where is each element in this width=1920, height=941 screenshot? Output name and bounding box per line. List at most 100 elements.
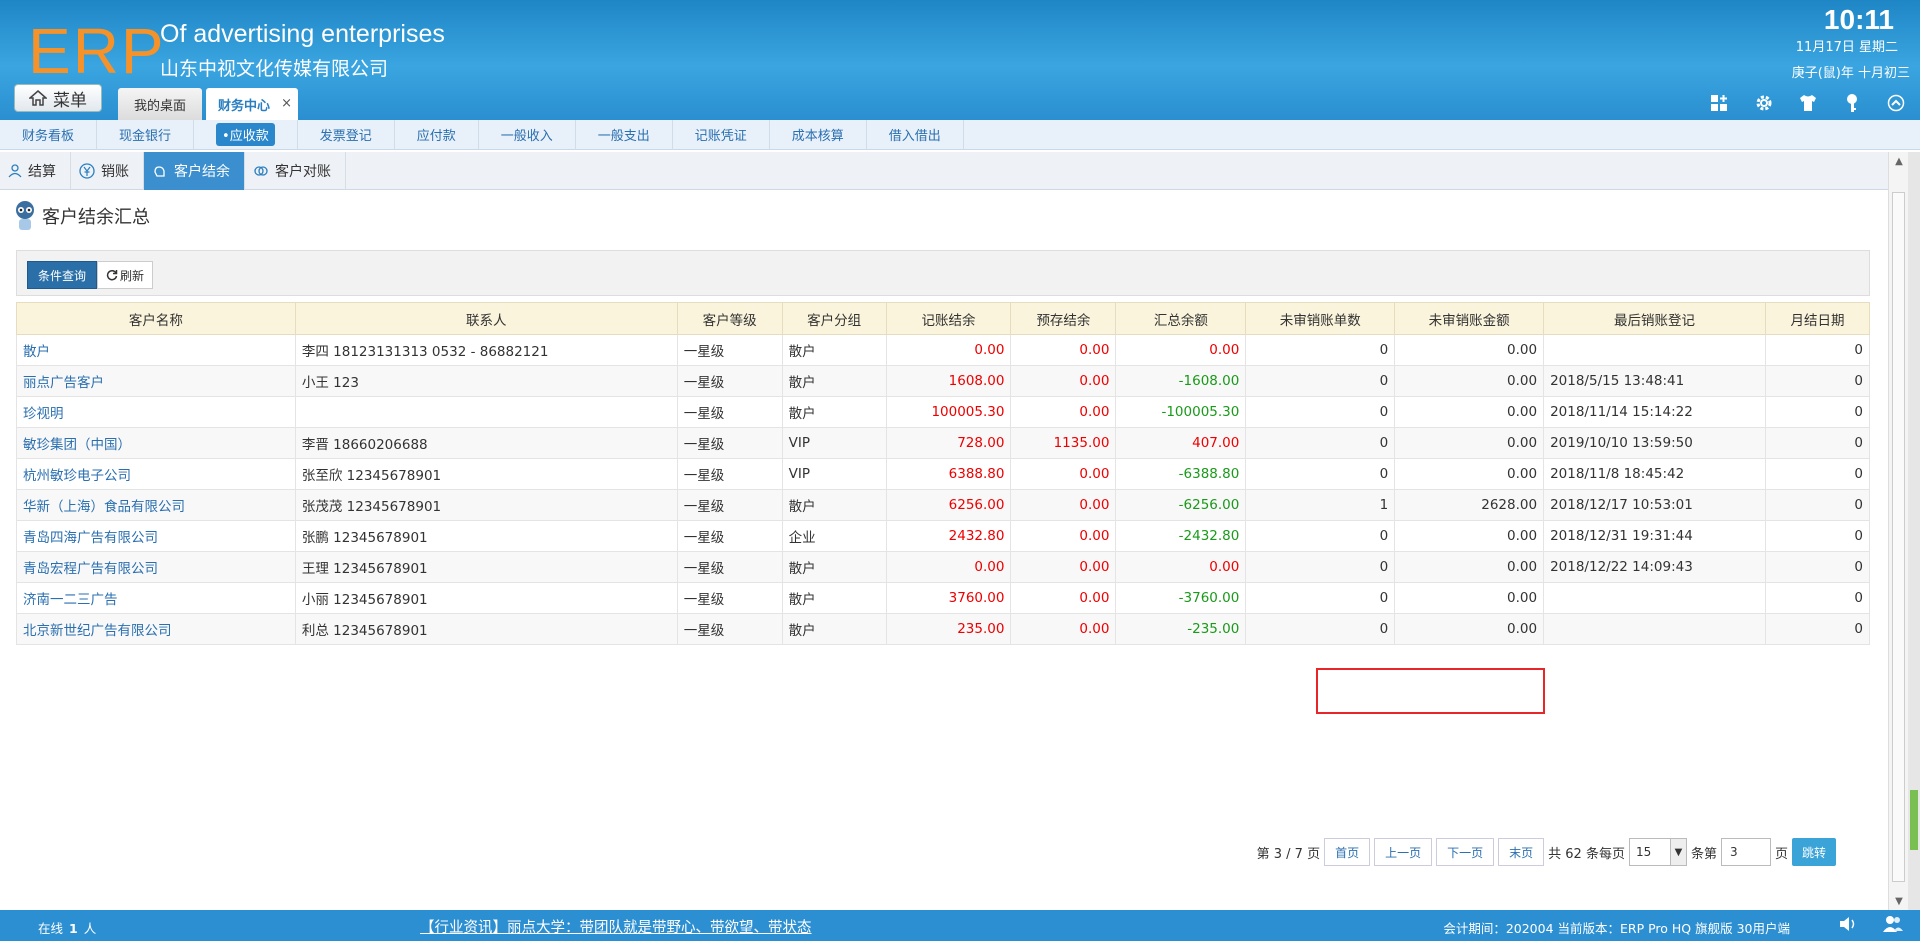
cell-book-balance: 100005.30	[885, 396, 1012, 428]
tab-my-desktop[interactable]: 我的桌面	[118, 88, 202, 120]
col-contact[interactable]: 联系人	[294, 302, 678, 335]
col-prepaid-balance[interactable]: 预存结余	[1010, 302, 1117, 335]
table-row[interactable]: 珍视明 一星级 散户 100005.30 0.00 -100005.30 0 0…	[16, 396, 1871, 428]
module-nav: 财务看板 现金银行 •应收款 发票登记 应付款 一般收入 一般支出 记账凭证 成…	[0, 119, 1920, 150]
speaker-icon[interactable]	[1838, 915, 1858, 933]
table-row[interactable]: 丽点广告客户 小王 123 一星级 散户 1608.00 0.00 -1608.…	[16, 365, 1871, 397]
cell-contact: 利总 12345678901	[294, 613, 678, 645]
key-icon[interactable]	[1838, 92, 1866, 114]
customer-name-link[interactable]: 青岛宏程广告有限公司	[16, 551, 296, 583]
cell-unaudited-count: 0	[1245, 551, 1396, 583]
nav-receivables[interactable]: •应收款	[194, 119, 298, 150]
col-unaudited-amount[interactable]: 未审销账金额	[1394, 302, 1545, 335]
table-row[interactable]: 青岛宏程广告有限公司 王理 12345678901 一星级 散户 0.00 0.…	[16, 551, 1871, 583]
first-page-button[interactable]: 首页	[1324, 838, 1371, 866]
nav-cost-accounting[interactable]: 成本核算	[770, 119, 867, 150]
tab-customer-reconcile[interactable]: 客户对账	[245, 152, 346, 190]
sub-tabs: 结算 销账 客户结余 客户对账	[0, 152, 1888, 190]
cell-total-balance: 407.00	[1115, 427, 1247, 459]
prev-page-button[interactable]: 上一页	[1374, 838, 1433, 866]
grid-add-icon[interactable]	[1706, 92, 1734, 114]
users-icon[interactable]	[1882, 915, 1904, 933]
nav-finance-dashboard[interactable]: 财务看板	[0, 119, 98, 150]
next-page-button[interactable]: 下一页	[1436, 838, 1495, 866]
col-total-balance[interactable]: 汇总余额	[1115, 302, 1247, 335]
vertical-scrollbar[interactable]: ▲ ▼	[1888, 152, 1908, 910]
pagination: 第 3 / 7 页 首页 上一页 下一页 末页 共 62 条每页 15 ▼ 条第…	[1257, 838, 1836, 866]
tab-writeoff[interactable]: 销账	[71, 152, 144, 190]
collapse-icon[interactable]	[1882, 92, 1910, 114]
customer-name-link[interactable]: 青岛四海广告有限公司	[16, 520, 296, 552]
cell-last-writeoff: 2018/12/31 19:31:44	[1543, 520, 1766, 552]
col-customer-name[interactable]: 客户名称	[16, 302, 296, 335]
cell-prepaid-balance: 0.00	[1010, 489, 1117, 521]
cell-prepaid-balance: 0.00	[1010, 551, 1117, 583]
nav-cash-bank[interactable]: 现金银行	[97, 119, 195, 150]
last-page-button[interactable]: 末页	[1498, 838, 1545, 866]
page-size-select[interactable]: 15 ▼	[1628, 838, 1687, 866]
cell-total-balance: -2432.80	[1115, 520, 1247, 552]
customer-name-link[interactable]: 珍视明	[16, 396, 296, 428]
close-icon[interactable]: ×	[281, 96, 292, 111]
page-title: 客户结余汇总	[14, 200, 150, 232]
gear-icon[interactable]	[1750, 92, 1778, 114]
cell-last-writeoff: 2018/12/22 14:09:43	[1543, 551, 1766, 583]
col-book-balance[interactable]: 记账结余	[885, 302, 1012, 335]
nav-invoice-register[interactable]: 发票登记	[298, 119, 395, 150]
condition-query-button[interactable]: 条件查询	[27, 261, 97, 289]
scroll-thumb[interactable]	[1892, 192, 1905, 882]
shirt-icon[interactable]	[1794, 92, 1822, 114]
table-row[interactable]: 敏珍集团（中国） 李晋 18660206688 一星级 VIP 728.00 1…	[16, 427, 1871, 459]
version-info: 会计期间：202004 当前版本：ERP Pro HQ 旗舰版 30用户端	[1443, 921, 1790, 936]
cell-month-end-day: 0	[1764, 334, 1871, 366]
customer-name-link[interactable]: 北京新世纪广告有限公司	[16, 613, 296, 645]
cell-contact: 李四 18123131313 0532 - 86882121	[294, 334, 678, 366]
nav-payables[interactable]: 应付款	[395, 119, 479, 150]
cell-contact: 李晋 18660206688	[294, 427, 678, 459]
scroll-up-icon[interactable]: ▲	[1889, 152, 1909, 170]
tab-customer-balance[interactable]: 客户结余	[144, 152, 245, 190]
col-group[interactable]: 客户分组	[781, 302, 887, 335]
cell-book-balance: 728.00	[885, 427, 1012, 459]
table-row[interactable]: 华新（上海）食品有限公司 张茂茂 12345678901 一星级 散户 6256…	[16, 489, 1871, 521]
cell-unaudited-amount: 0.00	[1394, 582, 1545, 614]
customer-name-link[interactable]: 敏珍集团（中国）	[16, 427, 296, 459]
nav-borrow-lend[interactable]: 借入借出	[867, 119, 964, 150]
cell-level: 一星级	[676, 613, 783, 645]
yen-icon	[79, 163, 95, 179]
col-unaudited-count[interactable]: 未审销账单数	[1245, 302, 1396, 335]
customer-name-link[interactable]: 华新（上海）食品有限公司	[16, 489, 296, 521]
cell-level: 一星级	[676, 520, 783, 552]
news-ticker-link[interactable]: 【行业资讯】丽点大学：带团队就是带野心、带欲望、带状态	[420, 916, 812, 937]
cell-month-end-day: 0	[1764, 582, 1871, 614]
tab-finance-center[interactable]: 财务中心 ×	[206, 88, 298, 120]
scroll-down-icon[interactable]: ▼	[1889, 892, 1909, 910]
nav-vouchers[interactable]: 记账凭证	[673, 119, 770, 150]
customer-name-link[interactable]: 杭州敏珍电子公司	[16, 458, 296, 490]
col-month-end-day[interactable]: 月结日期	[1764, 302, 1871, 335]
nav-general-income[interactable]: 一般收入	[479, 119, 576, 150]
go-button[interactable]: 跳转	[1791, 838, 1836, 866]
col-level[interactable]: 客户等级	[676, 302, 783, 335]
user-icon	[8, 164, 22, 178]
table-row[interactable]: 杭州敏珍电子公司 张至欣 12345678901 一星级 VIP 6388.80…	[16, 458, 1871, 490]
table-row[interactable]: 北京新世纪广告有限公司 利总 12345678901 一星级 散户 235.00…	[16, 613, 1871, 645]
refresh-button[interactable]: 刷新	[97, 261, 153, 289]
table-row[interactable]: 散户 李四 18123131313 0532 - 86882121 一星级 散户…	[16, 334, 1871, 366]
customer-name-link[interactable]: 济南一二三广告	[16, 582, 296, 614]
table-row[interactable]: 济南一二三广告 小丽 12345678901 一星级 散户 3760.00 0.…	[16, 582, 1871, 614]
customer-name-link[interactable]: 散户	[16, 334, 296, 366]
nav-general-expense[interactable]: 一般支出	[576, 119, 673, 150]
cell-month-end-day: 0	[1764, 458, 1871, 490]
tab-settlement[interactable]: 结算	[0, 152, 71, 190]
customer-name-link[interactable]: 丽点广告客户	[16, 365, 296, 397]
table-row[interactable]: 青岛四海广告有限公司 张鹏 12345678901 一星级 企业 2432.80…	[16, 520, 1871, 552]
cell-unaudited-amount: 0.00	[1394, 334, 1545, 366]
menu-button[interactable]: 菜单	[14, 84, 102, 112]
cell-prepaid-balance: 0.00	[1010, 613, 1117, 645]
chevron-down-icon: ▼	[1669, 839, 1686, 865]
total-count: 共 62 条每页	[1548, 846, 1625, 862]
col-last-writeoff[interactable]: 最后销账登记	[1543, 302, 1766, 335]
clock-lunar: 庚子(鼠)年 十月初三	[1791, 66, 1910, 81]
goto-page-input[interactable]: 3	[1720, 838, 1771, 866]
